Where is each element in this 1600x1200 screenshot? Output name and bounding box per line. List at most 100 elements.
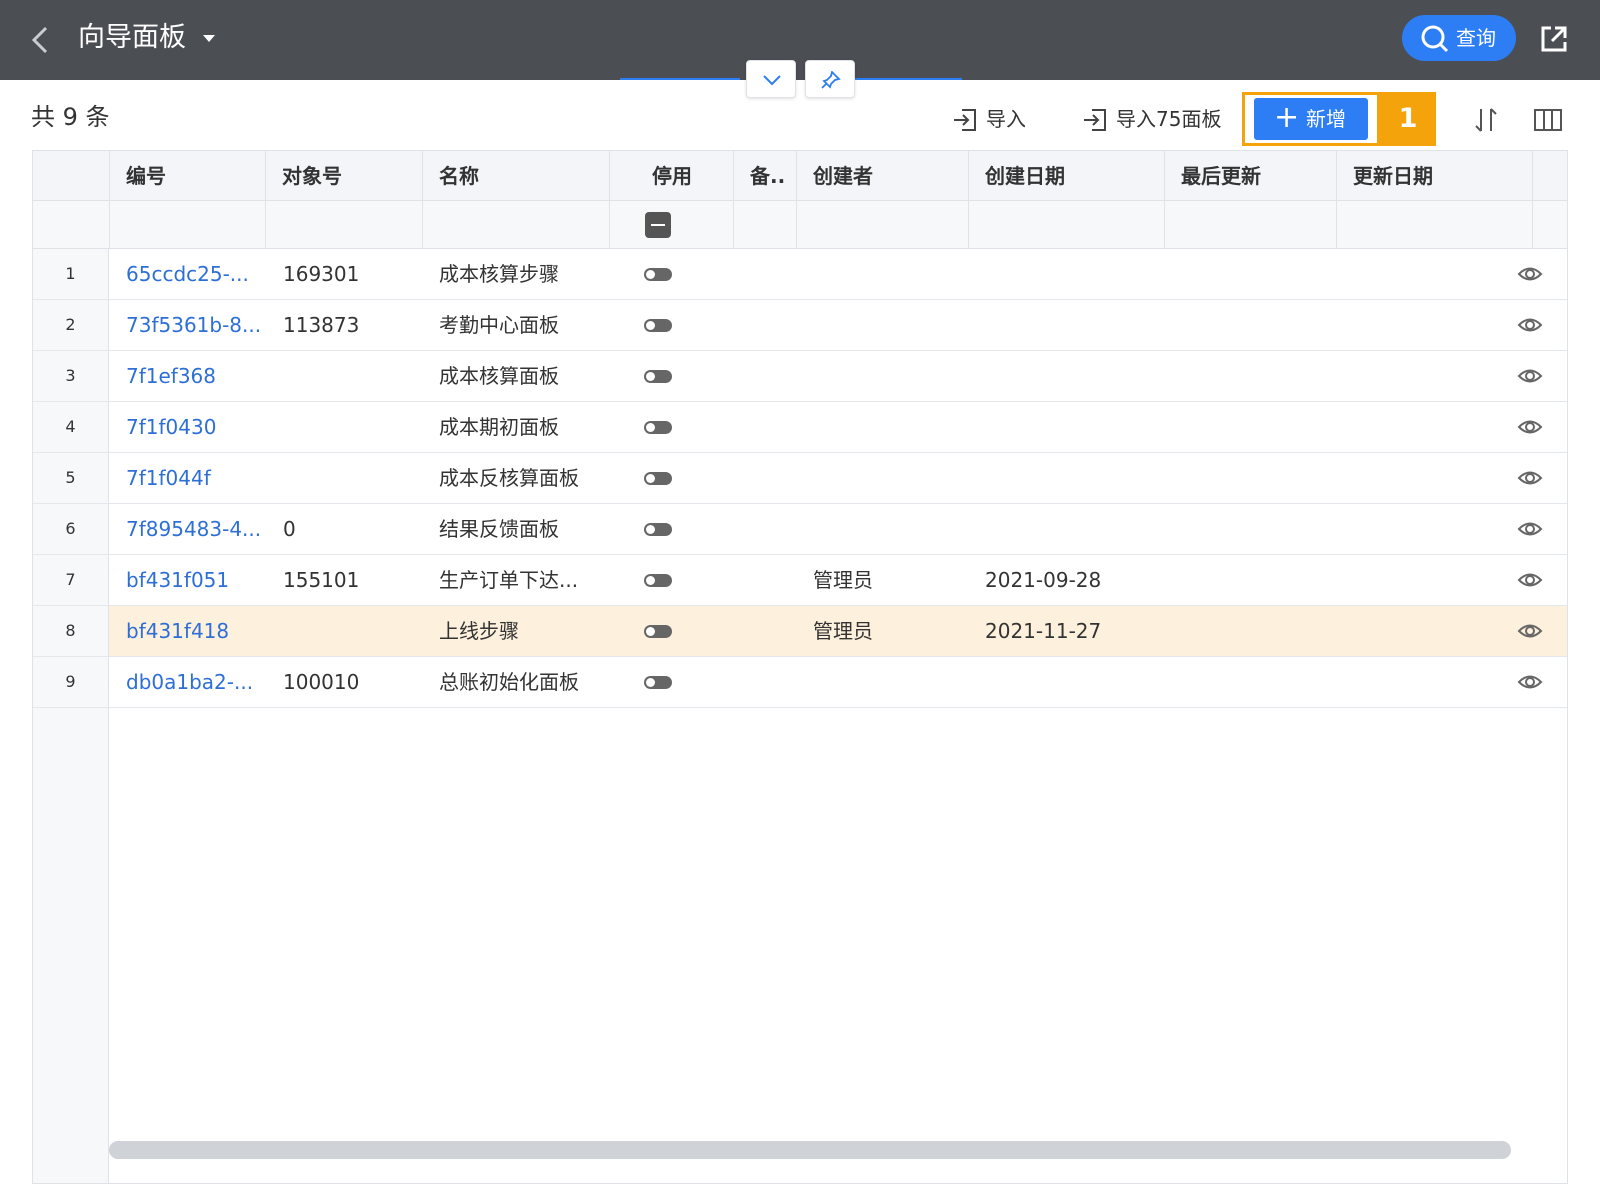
table-row[interactable]: 5 7f1f044f 成本反核算面板 — [33, 453, 1567, 504]
import75-button[interactable]: 导入75面板 — [1082, 103, 1232, 135]
share-button[interactable] — [1537, 22, 1571, 56]
cell-code[interactable]: bf431f418 — [126, 606, 261, 656]
filter-cell-updated-date[interactable] — [1337, 201, 1533, 249]
eye-icon[interactable] — [1517, 671, 1543, 693]
row-number: 8 — [33, 606, 109, 656]
disabled-toggle[interactable] — [644, 574, 672, 587]
table-row[interactable]: 9 db0a1ba2-... 100010 总账初始化面板 — [33, 657, 1567, 708]
filter-row — [33, 201, 1567, 249]
cell-created-date: 2021-11-27 — [985, 619, 1102, 643]
search-button-label: 查询 — [1456, 26, 1496, 50]
eye-icon[interactable] — [1517, 467, 1543, 489]
table-row[interactable]: 3 7f1ef368 成本核算面板 — [33, 351, 1567, 402]
import-button[interactable]: 导入 — [952, 103, 1042, 135]
column-header-object-no[interactable]: 对象号 — [266, 151, 423, 201]
disabled-toggle[interactable] — [644, 370, 672, 383]
filter-cell-created-date[interactable] — [969, 201, 1165, 249]
column-header-name[interactable]: 名称 — [423, 151, 610, 201]
search-button[interactable]: 查询 — [1402, 15, 1516, 61]
cell-created-date — [985, 351, 1160, 401]
cell-created-date — [985, 504, 1160, 554]
cell-object-no — [283, 351, 418, 401]
cell-code[interactable]: db0a1ba2-... — [126, 657, 261, 707]
row-number: 4 — [33, 402, 109, 452]
horizontal-scrollbar[interactable] — [109, 1141, 1511, 1159]
filter-cell-code[interactable] — [110, 201, 266, 249]
pin-toggle[interactable] — [805, 60, 855, 98]
cell-creator — [813, 351, 963, 401]
filter-cell-last-updated[interactable] — [1165, 201, 1337, 249]
cell-name: 成本期初面板 — [439, 415, 559, 439]
cell-name: 结果反馈面板 — [439, 517, 559, 541]
table-row[interactable]: 1 65ccdc25-... 169301 成本核算步骤 — [33, 249, 1567, 300]
filter-cell-rownum — [33, 201, 110, 249]
filter-cell-name[interactable] — [423, 201, 610, 249]
row-number: 2 — [33, 300, 109, 350]
disabled-toggle[interactable] — [644, 268, 672, 281]
columns-button[interactable] — [1532, 104, 1564, 136]
cell-created-date: 2021-09-28 — [985, 568, 1102, 592]
eye-icon[interactable] — [1517, 365, 1543, 387]
filter-cell-remark[interactable] — [734, 201, 797, 249]
cell-object-no: 100010 — [283, 670, 360, 694]
eye-icon[interactable] — [1517, 569, 1543, 591]
column-header-creator[interactable]: 创建者 — [797, 151, 969, 201]
search-icon — [1421, 25, 1449, 53]
row-number-header — [33, 151, 110, 201]
cell-code[interactable]: 65ccdc25-... — [126, 249, 261, 299]
columns-icon — [1534, 109, 1562, 131]
cell-code[interactable]: 7f895483-4... — [126, 504, 261, 554]
filter-cell-disabled — [610, 201, 734, 249]
column-header-last-updated[interactable]: 最后更新 — [1165, 151, 1337, 201]
disabled-toggle[interactable] — [644, 625, 672, 638]
cell-code[interactable]: 7f1f0430 — [126, 402, 261, 452]
disabled-toggle[interactable] — [644, 421, 672, 434]
cell-creator: 管理员 — [813, 619, 873, 643]
import75-label: 导入75面板 — [1116, 107, 1222, 131]
table-row[interactable]: 2 73f5361b-8... 113873 考勤中心面板 — [33, 300, 1567, 351]
disabled-toggle[interactable] — [644, 472, 672, 485]
column-header-updated-date[interactable]: 更新日期 — [1337, 151, 1533, 201]
cell-name: 上线步骤 — [439, 619, 519, 643]
eye-icon[interactable] — [1517, 416, 1543, 438]
row-number: 5 — [33, 453, 109, 503]
cell-code[interactable]: 7f1ef368 — [126, 351, 261, 401]
back-button[interactable] — [22, 20, 62, 60]
table-row[interactable]: 6 7f895483-4... 0 结果反馈面板 — [33, 504, 1567, 555]
disabled-toggle[interactable] — [644, 319, 672, 332]
caret-down-icon[interactable] — [203, 35, 215, 42]
column-header-remark[interactable]: 备.. — [734, 151, 797, 201]
row-number: 1 — [33, 249, 109, 299]
chevron-left-icon — [31, 26, 48, 54]
filter-cell-creator[interactable] — [797, 201, 969, 249]
disabled-toggle[interactable] — [644, 676, 672, 689]
row-number: 3 — [33, 351, 109, 401]
sort-icon — [1475, 108, 1497, 132]
import-label: 导入 — [986, 107, 1026, 131]
table-row-selected[interactable]: 8 bf431f418 上线步骤 管理员 2021-11-27 — [33, 606, 1567, 657]
cell-code[interactable]: 7f1f044f — [126, 453, 261, 503]
cell-code[interactable]: 73f5361b-8... — [126, 300, 261, 350]
column-header-disabled[interactable]: 停用 — [610, 151, 734, 201]
sort-button[interactable] — [1470, 104, 1502, 136]
filter-cell-object-no[interactable] — [266, 201, 423, 249]
eye-icon[interactable] — [1517, 518, 1543, 540]
column-header-created-date[interactable]: 创建日期 — [969, 151, 1165, 201]
table-row[interactable]: 4 7f1f0430 成本期初面板 — [33, 402, 1567, 453]
add-button[interactable]: + 新增 — [1254, 98, 1368, 140]
cell-creator — [813, 657, 963, 707]
column-header-code[interactable]: 编号 — [110, 151, 266, 201]
cell-creator: 管理员 — [813, 568, 873, 592]
cell-creator — [813, 249, 963, 299]
disabled-toggle[interactable] — [644, 523, 672, 536]
collapse-toggle[interactable] — [746, 60, 796, 98]
row-number: 6 — [33, 504, 109, 554]
filter-disabled-checkbox[interactable] — [645, 212, 671, 238]
eye-icon[interactable] — [1517, 263, 1543, 285]
table-row[interactable]: 7 bf431f051 155101 生产订单下达... 管理员 2021-09… — [33, 555, 1567, 606]
plus-icon: + — [1274, 100, 1300, 135]
cell-code[interactable]: bf431f051 — [126, 555, 261, 605]
page-title[interactable]: 向导面板 — [78, 18, 186, 58]
eye-icon[interactable] — [1517, 620, 1543, 642]
eye-icon[interactable] — [1517, 314, 1543, 336]
